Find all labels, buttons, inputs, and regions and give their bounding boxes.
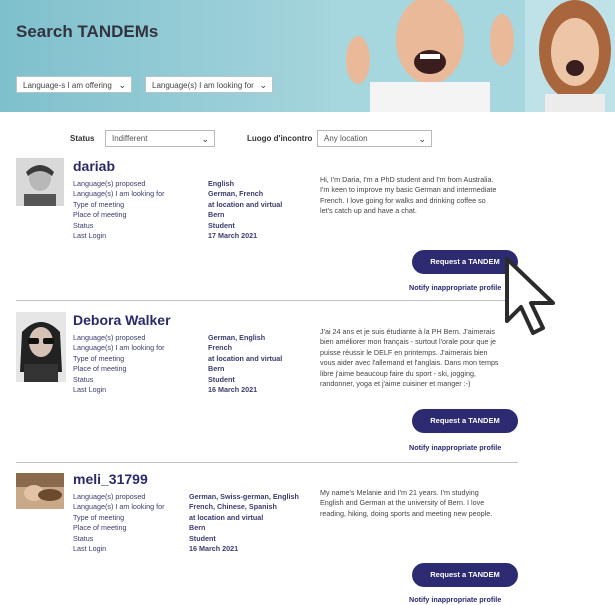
avatar xyxy=(16,158,64,206)
mouse-pointer-icon xyxy=(505,257,555,335)
field-label: Place of meeting xyxy=(73,210,127,220)
field-label: Place of meeting xyxy=(73,364,127,374)
field-values: English German, French at location and v… xyxy=(208,179,282,241)
field-label: Type of meeting xyxy=(73,512,125,522)
filter-bar: Status Indifferent ⌄ Luogo d'incontro An… xyxy=(0,130,615,150)
field-label: Type of meeting xyxy=(73,199,125,209)
profile-name[interactable]: meli_31799 xyxy=(73,471,148,487)
field-label: Last Login xyxy=(73,385,107,395)
status-filter-select[interactable]: Indifferent ⌄ xyxy=(105,130,215,147)
request-tandem-button[interactable]: Request a TANDEM xyxy=(412,563,518,587)
field-value: French, Chinese, Spanish xyxy=(189,502,277,512)
chevron-down-icon: ⌄ xyxy=(418,134,426,144)
field-label: Language(s) proposed xyxy=(73,492,146,501)
field-value: Student xyxy=(208,374,235,384)
field-value: Student xyxy=(189,533,216,543)
field-labels: Language(s) proposed Language(s) I am lo… xyxy=(73,179,165,241)
status-filter-value: Indifferent xyxy=(112,134,148,143)
field-label: Status xyxy=(73,374,94,384)
offering-language-select-label: Language-s I am offering xyxy=(23,81,112,90)
field-value: Student xyxy=(208,220,235,230)
banner-photo-man xyxy=(330,0,530,112)
field-labels: Language(s) proposed Language(s) I am lo… xyxy=(73,333,165,395)
field-value: 16 March 2021 xyxy=(189,544,239,554)
field-value: at location and virtual xyxy=(208,353,283,363)
meeting-filter-value: Any location xyxy=(324,134,368,143)
notify-inappropriate-link[interactable]: Notify inappropriate profile xyxy=(409,595,501,604)
profile-name[interactable]: Debora Walker xyxy=(73,312,171,328)
request-tandem-button[interactable]: Request a TANDEM xyxy=(412,409,518,433)
divider xyxy=(16,462,518,463)
field-label: Language(s) I am looking for xyxy=(73,189,165,199)
looking-language-select-label: Language(s) I am looking for xyxy=(152,81,254,90)
field-label: Status xyxy=(73,220,94,230)
field-value: German, Swiss-german, English xyxy=(189,492,299,501)
notify-inappropriate-link[interactable]: Notify inappropriate profile xyxy=(409,443,501,452)
field-value: 17 March 2021 xyxy=(208,231,258,241)
field-label: Language(s) I am looking for xyxy=(73,343,165,353)
field-label: Last Login xyxy=(73,544,107,554)
field-value: French xyxy=(208,343,232,353)
profile-bio: Hi, I'm Daria, I'm a PhD student and I'm… xyxy=(320,175,497,216)
field-label: Language(s) proposed xyxy=(73,179,146,188)
page-title: Search TANDEMs xyxy=(16,22,159,41)
field-label: Last Login xyxy=(73,231,107,241)
hero-banner: Search TANDEMs Language-s I am offering … xyxy=(0,0,615,112)
field-value: at location and virtual xyxy=(208,199,283,209)
banner-photo-woman xyxy=(525,0,615,112)
field-value: at location and virtual xyxy=(189,512,264,522)
field-label: Language(s) proposed xyxy=(73,333,146,342)
looking-language-select[interactable]: Language(s) I am looking for ⌄ xyxy=(145,76,273,93)
chevron-down-icon: ⌄ xyxy=(118,80,126,90)
field-label: Status xyxy=(73,533,94,543)
offering-language-select[interactable]: Language-s I am offering ⌄ xyxy=(16,76,132,93)
profile-name[interactable]: dariab xyxy=(73,158,115,174)
field-value: Bern xyxy=(208,364,225,374)
field-value: English xyxy=(208,179,234,188)
avatar xyxy=(16,473,64,509)
avatar xyxy=(16,312,66,382)
field-values: German, Swiss-german, English French, Ch… xyxy=(189,492,299,554)
field-label: Language(s) I am looking for xyxy=(73,502,165,512)
profile-bio: My name's Melanie and I'm 21 years. I'm … xyxy=(320,488,493,518)
field-labels: Language(s) proposed Language(s) I am lo… xyxy=(73,492,165,554)
divider xyxy=(16,300,518,301)
meeting-filter-select[interactable]: Any location ⌄ xyxy=(317,130,432,147)
meeting-filter-label: Luogo d'incontro xyxy=(247,134,313,143)
field-value: Bern xyxy=(208,210,225,220)
profile-bio: J'ai 24 ans et je suis étudiante à la PH… xyxy=(320,327,499,389)
field-value: 16 March 2021 xyxy=(208,385,258,395)
field-values: German, English French at location and v… xyxy=(208,333,282,395)
notify-inappropriate-link[interactable]: Notify inappropriate profile xyxy=(409,283,501,292)
field-label: Type of meeting xyxy=(73,353,125,363)
field-value: German, French xyxy=(208,189,264,199)
field-value: German, English xyxy=(208,333,266,342)
chevron-down-icon: ⌄ xyxy=(259,80,267,90)
field-value: Bern xyxy=(189,523,206,533)
chevron-down-icon: ⌄ xyxy=(201,134,209,144)
status-filter-label: Status xyxy=(70,134,95,143)
field-label: Place of meeting xyxy=(73,523,127,533)
